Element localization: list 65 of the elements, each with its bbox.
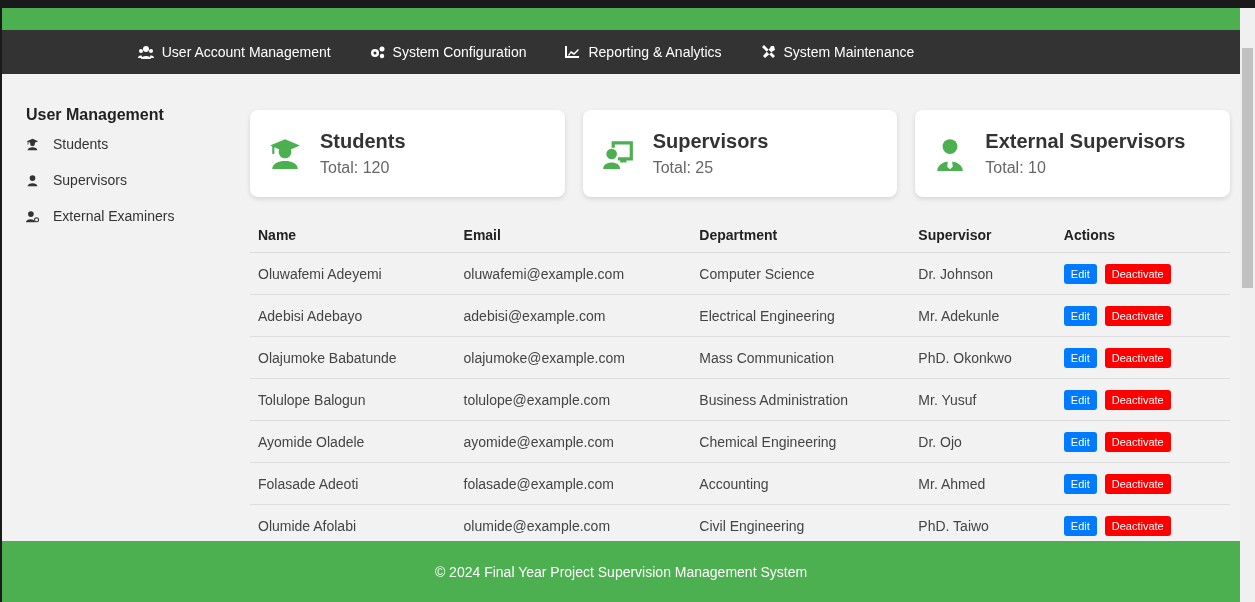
scrollbar[interactable] <box>1240 8 1255 602</box>
table-cell: adebisi@example.com <box>455 294 692 337</box>
table-cell: folasade@example.com <box>455 462 692 505</box>
table-cell: Oluwafemi Adeyemi <box>250 252 456 295</box>
table-cell: Mr. Ahmed <box>910 462 1056 505</box>
deactivate-button[interactable]: Deactivate <box>1104 389 1171 410</box>
sidebar-title: User Management <box>26 106 164 124</box>
table-cell: Accounting <box>691 462 911 505</box>
users-icon <box>137 44 154 60</box>
column-header: Actions <box>1055 217 1230 253</box>
table-cell: Adebisi Adebayo <box>250 294 456 337</box>
card-total: Total: 25 <box>652 159 715 177</box>
column-header: Supervisor <box>910 217 1056 253</box>
deactivate-button[interactable]: Deactivate <box>1104 263 1171 284</box>
card-title: External Supervisors <box>985 130 1186 153</box>
edit-button[interactable]: Edit <box>1063 515 1097 536</box>
card-total: Total: 120 <box>320 159 391 177</box>
table-cell: Dr. Ojo <box>910 420 1056 463</box>
student-icon <box>26 137 39 151</box>
edit-button[interactable]: Edit <box>1063 473 1097 494</box>
table-cell: Electrical Engineering <box>691 294 911 337</box>
table-cell: oluwafemi@example.com <box>455 252 692 295</box>
deactivate-button[interactable]: Deactivate <box>1104 515 1171 536</box>
chart-icon <box>564 44 581 60</box>
column-header: Email <box>455 217 692 253</box>
table-cell: Ayomide Oladele <box>250 420 456 463</box>
table-cell: Business Administration <box>691 378 911 421</box>
table-cell: Chemical Engineering <box>691 420 911 463</box>
column-header: Department <box>691 217 911 253</box>
card-title: Supervisors <box>652 130 769 153</box>
table-cell: Olajumoke Babatunde <box>250 336 456 379</box>
table-cell: olajumoke@example.com <box>455 336 692 379</box>
edit-button[interactable]: Edit <box>1063 389 1097 410</box>
table-cell: Mr. Yusuf <box>910 378 1056 421</box>
nav-link[interactable]: System Maintenance <box>759 44 915 60</box>
edit-button[interactable]: Edit <box>1063 305 1097 326</box>
nav-link[interactable]: Reporting & Analytics <box>564 44 722 60</box>
sidebar-item[interactable]: Supervisors <box>26 172 127 188</box>
table-cell: Mr. Adekunle <box>910 294 1056 337</box>
table-cell: tolulope@example.com <box>455 378 692 421</box>
copyright-text: © 2024 Final Year Project Supervision Management System <box>434 563 808 580</box>
student-icon <box>268 136 302 171</box>
edit-button[interactable]: Edit <box>1063 263 1097 284</box>
sidebar-item[interactable]: External Examiners <box>26 208 175 224</box>
table-cell: Tolulope Balogun <box>250 378 456 421</box>
examiner-icon <box>26 209 39 223</box>
nav-link[interactable]: System Configuration <box>368 44 527 60</box>
deactivate-button[interactable]: Deactivate <box>1104 473 1171 494</box>
deactivate-button[interactable]: Deactivate <box>1104 347 1171 368</box>
table-cell: Folasade Adeoti <box>250 462 456 505</box>
sidebar-item[interactable]: Students <box>26 136 109 152</box>
column-header: Name <box>250 217 456 253</box>
table-cell: ayomide@example.com <box>455 420 692 463</box>
deactivate-button[interactable]: Deactivate <box>1104 431 1171 452</box>
card-title: Students <box>320 130 406 153</box>
card-total: Total: 10 <box>985 159 1047 177</box>
nav-link[interactable]: User Account Management <box>137 44 331 60</box>
table-cell: PhD. Okonkwo <box>910 336 1056 379</box>
table-cell: Dr. Johnson <box>910 252 1056 295</box>
table-cell: Computer Science <box>691 252 911 295</box>
edit-button[interactable]: Edit <box>1063 347 1097 368</box>
supervisor-icon <box>26 173 39 187</box>
deactivate-button[interactable]: Deactivate <box>1104 305 1171 326</box>
edit-button[interactable]: Edit <box>1063 431 1097 452</box>
table-cell: Mass Communication <box>691 336 911 379</box>
